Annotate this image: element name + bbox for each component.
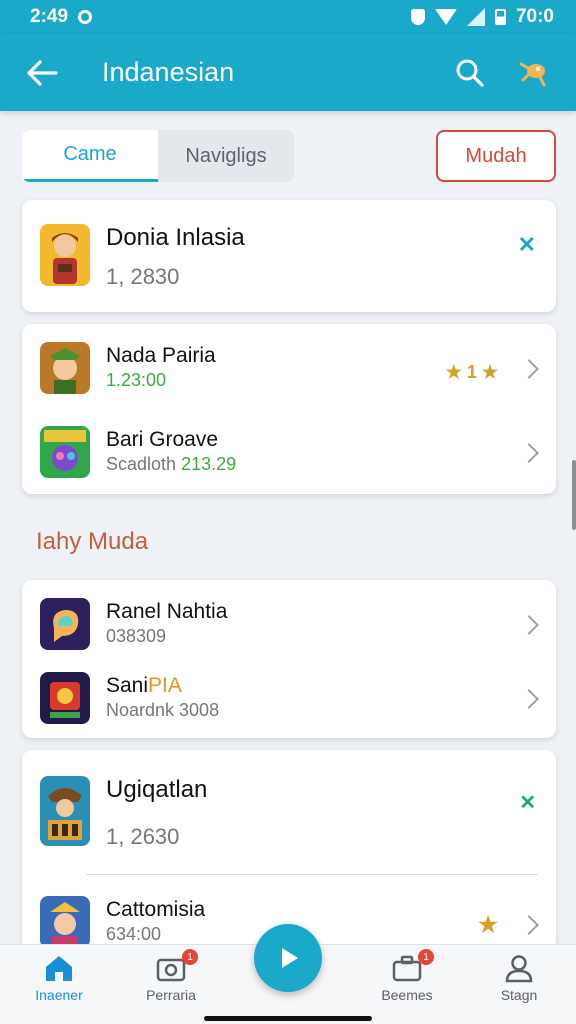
app-icon <box>40 896 90 948</box>
app-name-highlight: PIA <box>148 674 182 697</box>
wifi-icon <box>434 9 457 25</box>
app-list-card-3: Ugiqatlan 1, 2630 ✕ Cattomisia 634:00 ★ <box>22 750 556 950</box>
app-sub: 1, 2630 <box>106 824 180 849</box>
list-item[interactable]: SaniPIA Noardnk 3008 <box>22 660 556 738</box>
app-icon <box>40 672 90 724</box>
vpn-shield-icon <box>410 9 425 25</box>
app-sub: Noardnk 3008 <box>106 700 220 720</box>
status-bar: 2:49 70:0 <box>0 0 576 34</box>
chevron-right-icon <box>519 915 539 935</box>
user-icon <box>505 955 533 983</box>
app-name: Ranel Nahtia <box>106 600 228 623</box>
rating-badge: ★ 1 ★ <box>445 362 498 382</box>
app-sub: 1.23:00 <box>106 370 167 390</box>
nav-profile[interactable]: Stagn <box>474 953 564 1003</box>
app-name-text: Sani <box>106 674 149 697</box>
app-name: Bari Groave <box>106 428 219 451</box>
list-item[interactable]: Ranel Nahtia 038309 <box>22 580 556 660</box>
nav-home[interactable]: Inaener <box>14 953 104 1003</box>
home-icon <box>46 956 72 981</box>
scrollbar[interactable] <box>572 460 576 530</box>
record-icon <box>78 10 93 24</box>
app-icon <box>40 426 90 478</box>
close-icon[interactable]: ✕ <box>519 790 536 815</box>
app-name: Cattomisia <box>106 898 206 921</box>
notification-badge: 1 <box>182 949 198 965</box>
chevron-right-icon <box>519 359 539 379</box>
featured-card[interactable]: Donia Inlasia 1, 2830 ✕ <box>22 200 556 312</box>
featured-app-name: Donia Inlasia <box>106 224 245 251</box>
list-item[interactable]: Nada Pairia 1.23:00 ★ 1 ★ <box>22 324 556 410</box>
page-title: Indanesian <box>102 57 235 87</box>
app-icon <box>40 598 90 650</box>
featured-app-icon <box>40 224 90 286</box>
nav-label: Inaener <box>35 987 83 1003</box>
chevron-right-icon <box>519 443 539 463</box>
segment-tabs: Came Navigligs <box>22 130 294 182</box>
status-time: 2:49 <box>30 6 69 27</box>
notification-badge: 1 <box>418 949 434 965</box>
arrow-left-icon <box>27 59 58 86</box>
rating-star-icon: ★ <box>478 912 498 937</box>
nav-label: Perraria <box>146 987 196 1003</box>
app-sub: 634:00 <box>106 924 162 944</box>
app-list-card-1: Nada Pairia 1.23:00 ★ 1 ★ Bari Groave Sc… <box>22 324 556 494</box>
app-sub-text: Scadloth <box>106 454 177 474</box>
section-title: Iahy Muda <box>36 528 149 555</box>
divider <box>86 874 538 875</box>
nav-perraria[interactable]: 1 Perraria <box>126 949 216 1003</box>
app-sub-label: Scadloth 213.29 <box>106 454 236 475</box>
play-icon <box>282 948 298 968</box>
nav-label: Stagn <box>500 987 538 1003</box>
nav-beemes[interactable]: 1 Beemes <box>362 949 452 1003</box>
tab-came[interactable]: Came <box>22 130 158 182</box>
search-button[interactable] <box>448 51 492 95</box>
app-icon <box>40 342 90 394</box>
app-sub: 038309 <box>106 626 167 646</box>
app-name: Nada Pairia <box>106 344 216 367</box>
tab-navigligs[interactable]: Navigligs <box>158 130 294 182</box>
signal-icon <box>466 8 485 26</box>
app-bar: Indanesian <box>0 34 576 111</box>
extra-action-button[interactable] <box>512 51 556 95</box>
search-icon <box>456 59 484 87</box>
chevron-right-icon <box>519 615 539 635</box>
app-list-card-2: Ranel Nahtia 038309 SaniPIA Noardnk 3008 <box>22 580 556 738</box>
bug-icon <box>519 62 546 86</box>
app-name-label: SaniPIA <box>106 674 182 698</box>
featured-app-sub: 1, 2830 <box>106 264 180 289</box>
play-button[interactable] <box>254 924 322 992</box>
back-button[interactable] <box>22 53 62 93</box>
home-indicator[interactable] <box>204 1016 372 1021</box>
close-icon[interactable]: ✕ <box>518 232 536 258</box>
list-item[interactable]: Ugiqatlan 1, 2630 ✕ <box>22 750 556 876</box>
mudah-button[interactable]: Mudah <box>436 130 556 182</box>
battery-icon <box>494 9 506 25</box>
app-sub-number: 213.29 <box>181 454 237 474</box>
app-icon <box>40 776 90 846</box>
nav-label: Beemes <box>381 987 433 1003</box>
chevron-right-icon <box>519 689 539 709</box>
list-item[interactable]: Bari Groave Scadloth 213.29 <box>22 410 556 494</box>
app-name: Ugiqatlan <box>106 776 208 803</box>
status-battery-text: 70:0 <box>515 6 554 27</box>
